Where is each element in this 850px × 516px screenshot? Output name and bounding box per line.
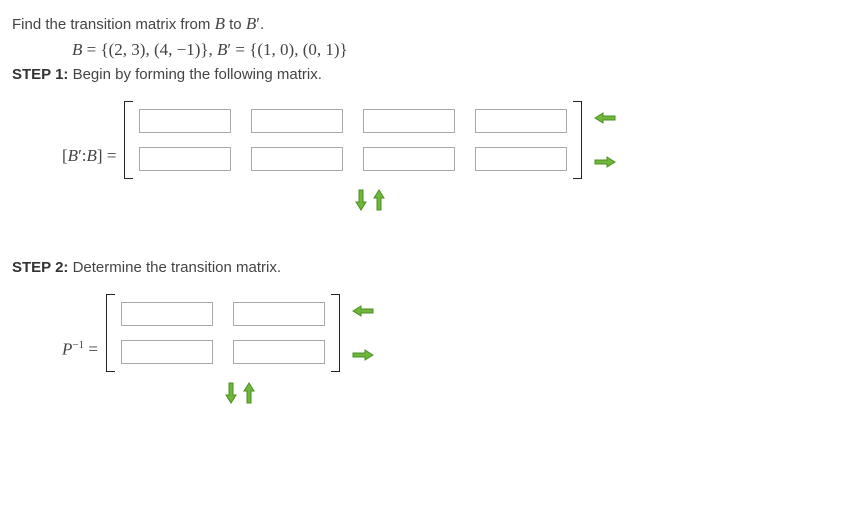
matrix-cell-input[interactable] — [475, 147, 567, 171]
var-P: P — [62, 339, 72, 358]
step-2-lhs: P−1 = — [62, 339, 106, 360]
table-row — [121, 302, 325, 326]
add-column-icon[interactable] — [594, 156, 616, 168]
add-row-icon[interactable] — [355, 189, 367, 211]
bracket-left — [124, 101, 133, 179]
remove-column-icon[interactable] — [352, 305, 374, 317]
step-1-header: STEP 1: Begin by forming the following m… — [12, 66, 838, 83]
step-2-text: Determine the transition matrix. — [68, 259, 281, 276]
step-2-equation: P−1 = — [62, 294, 838, 404]
equals: = — [84, 339, 98, 358]
bracket-right — [573, 101, 582, 179]
matrix-cell-input[interactable] — [233, 302, 325, 326]
matrix-cell-input[interactable] — [139, 147, 231, 171]
remove-column-icon[interactable] — [594, 112, 616, 124]
bracket-left — [106, 294, 115, 372]
matrix-cell-input[interactable] — [475, 109, 567, 133]
text: Find the transition matrix from — [12, 16, 215, 33]
text: to — [225, 16, 246, 33]
step-1-lhs: [B′:B] = — [62, 146, 124, 166]
matrix-2 — [106, 294, 374, 372]
matrix-cell-input[interactable] — [363, 109, 455, 133]
matrix-1 — [124, 101, 616, 179]
prompt-line-1: Find the transition matrix from B to B′. — [12, 14, 838, 34]
step-1-text: Begin by forming the following matrix. — [68, 66, 321, 83]
remove-row-icon[interactable] — [243, 382, 255, 404]
bracket-right — [331, 294, 340, 372]
var-B: B — [215, 14, 225, 33]
matrix-cell-input[interactable] — [121, 302, 213, 326]
step-1-equation: [B′:B] = — [62, 101, 838, 211]
text: . — [260, 16, 264, 33]
basis-definition: B = {(2, 3), (4, −1)}, B′ = {(1, 0), (0,… — [72, 40, 838, 60]
var-B: B — [246, 14, 256, 33]
table-row — [121, 340, 325, 364]
add-column-icon[interactable] — [352, 349, 374, 361]
matrix-cell-input[interactable] — [363, 147, 455, 171]
matrix-cell-input[interactable] — [251, 109, 343, 133]
add-row-icon[interactable] — [225, 382, 237, 404]
matrix-cell-input[interactable] — [251, 147, 343, 171]
matrix-cell-input[interactable] — [139, 109, 231, 133]
matrix-cell-input[interactable] — [233, 340, 325, 364]
matrix-cell-input[interactable] — [121, 340, 213, 364]
step-1-label: STEP 1: — [12, 66, 68, 83]
table-row — [139, 109, 567, 133]
table-row — [139, 147, 567, 171]
exponent: −1 — [72, 339, 84, 351]
remove-row-icon[interactable] — [373, 189, 385, 211]
step-2-header: STEP 2: Determine the transition matrix. — [12, 259, 838, 276]
step-2-label: STEP 2: — [12, 259, 68, 276]
